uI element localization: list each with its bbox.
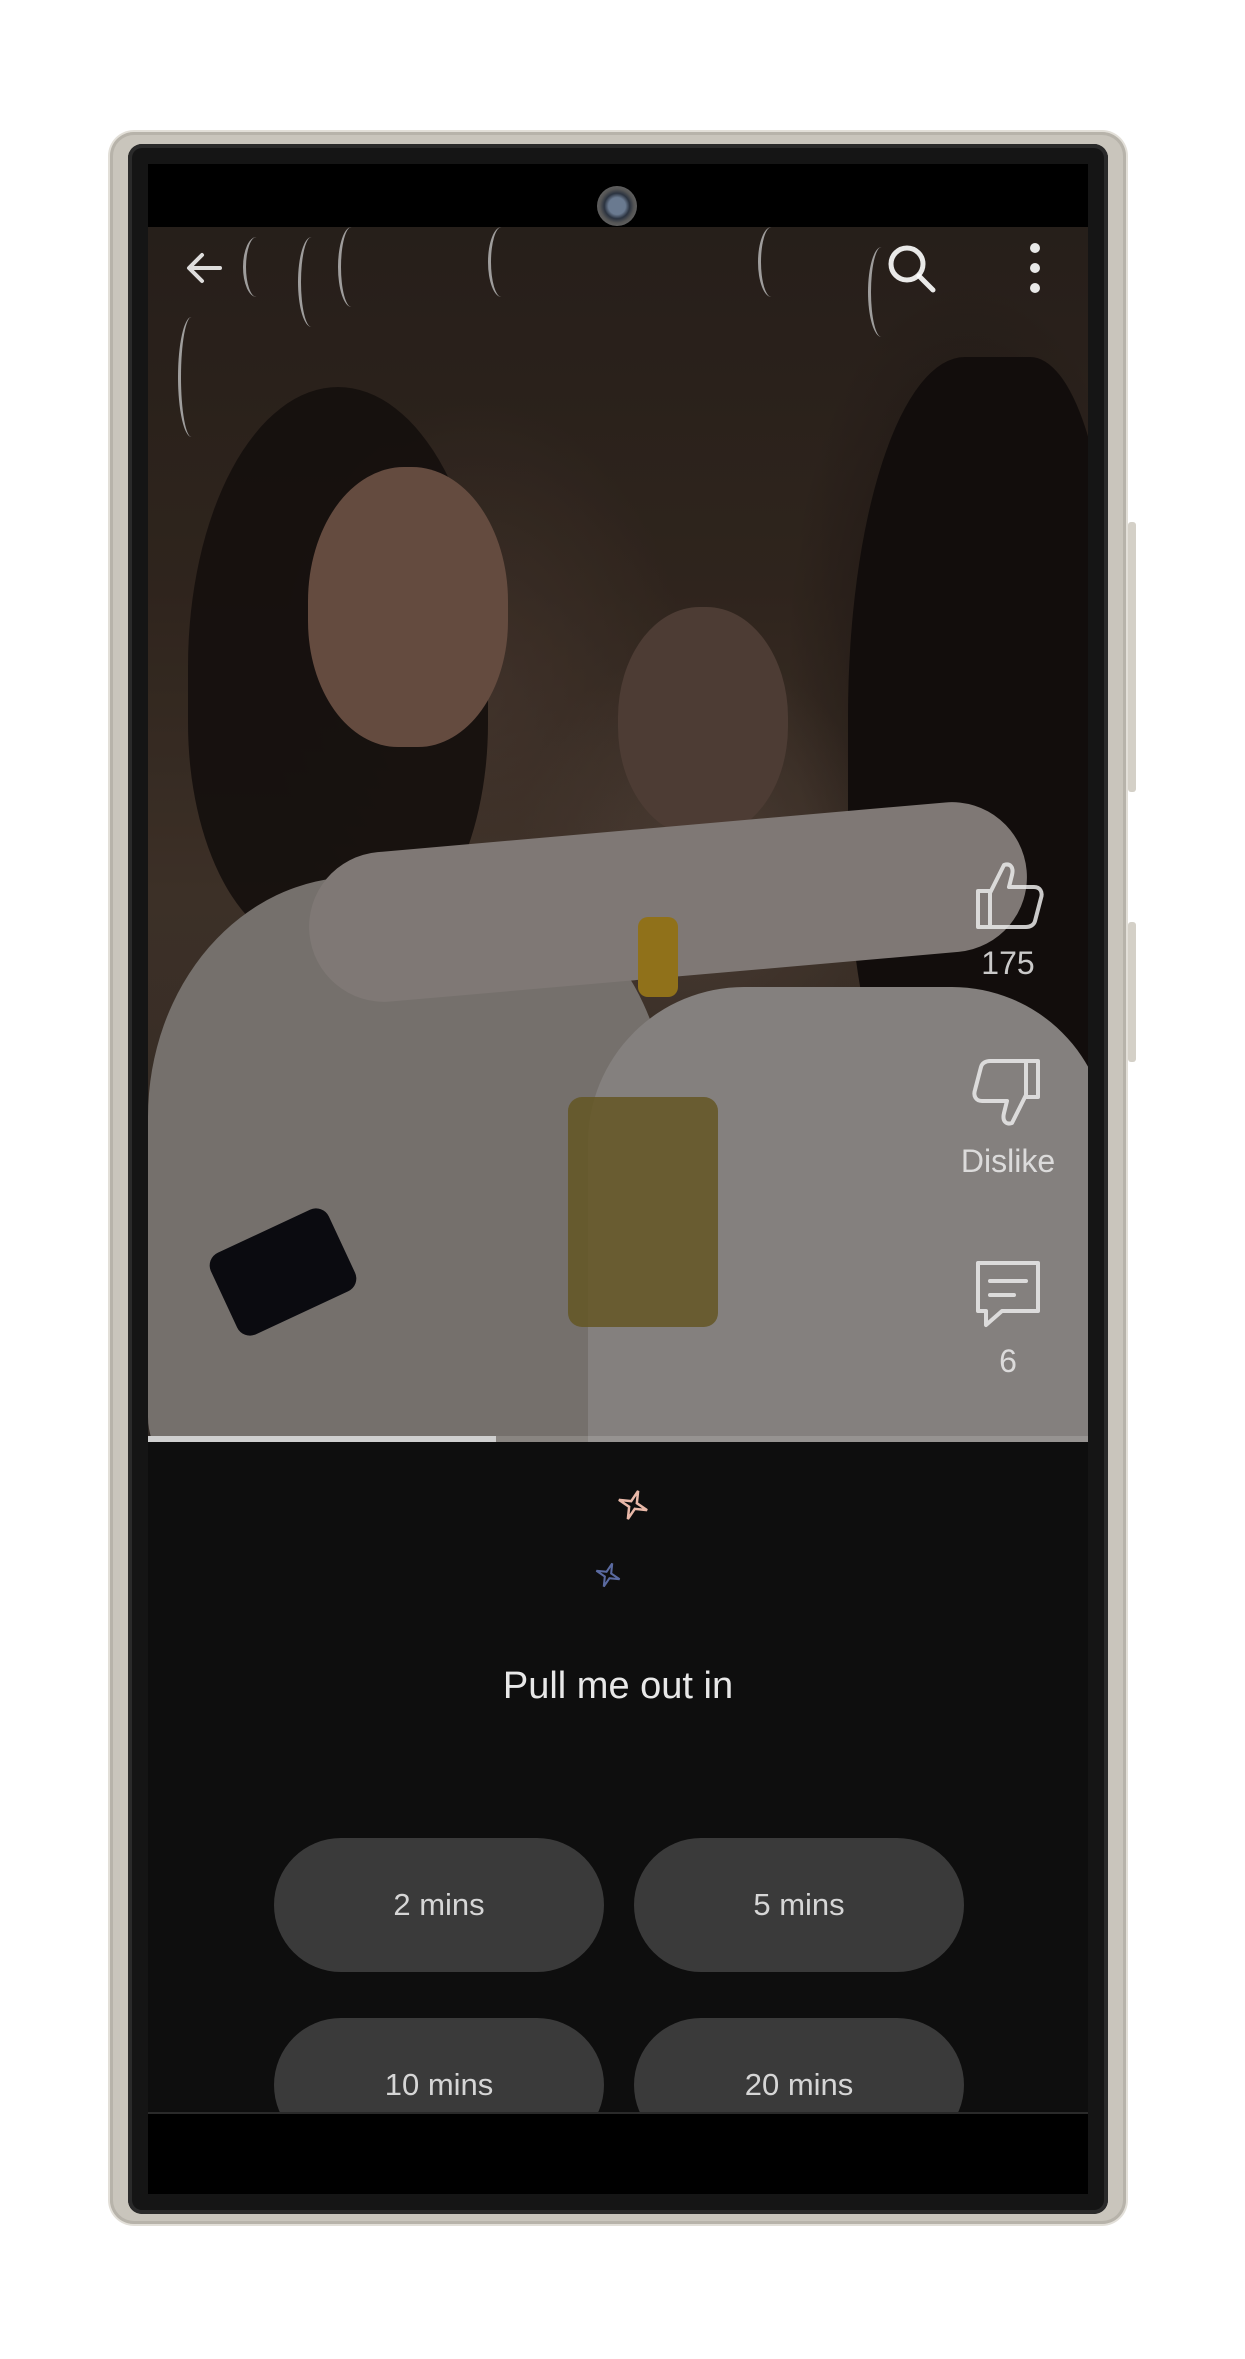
dislike-button[interactable]: Dislike (948, 1053, 1068, 1180)
thumbs-up-icon (976, 862, 1044, 929)
dislike-label: Dislike (960, 1143, 1056, 1179)
system-navigation-bar (148, 2112, 1088, 2194)
like-count: 175 (981, 945, 1035, 981)
sparkle-icon (595, 1562, 621, 1588)
timer-panel-title: Pull me out in (502, 1665, 734, 1707)
like-button[interactable]: 175 (948, 855, 1068, 982)
phone-frame: 175 Dislike 6 Pull me out in 2 mins 5 mi… (110, 132, 1136, 2224)
search-icon (888, 245, 936, 293)
back-button[interactable] (170, 233, 240, 303)
search-button[interactable] (876, 233, 946, 303)
more-vertical-icon (1030, 243, 1040, 293)
timer-option-2-mins[interactable]: 2 mins (274, 1838, 604, 1972)
volume-button (1128, 522, 1136, 792)
sparkle-icon (618, 1490, 648, 1520)
status-bar (148, 164, 1088, 227)
front-camera (597, 186, 637, 226)
arrow-left-icon (187, 253, 222, 283)
timer-option-5-mins[interactable]: 5 mins (634, 1838, 964, 1972)
phone-screen: 175 Dislike 6 Pull me out in 2 mins 5 mi… (148, 164, 1088, 2194)
comments-button[interactable]: 6 (948, 1253, 1068, 1380)
phone-bezel: 175 Dislike 6 Pull me out in 2 mins 5 mi… (128, 144, 1108, 2214)
comment-icon (976, 1261, 1040, 1327)
more-options-button[interactable] (1000, 233, 1070, 303)
thumbs-down-icon (972, 1059, 1040, 1126)
timer-panel: Pull me out in 2 mins 5 mins 10 mins 20 … (148, 1442, 1088, 2152)
power-button (1128, 922, 1136, 1062)
comment-count: 6 (999, 1343, 1017, 1379)
short-video-player[interactable]: 175 Dislike 6 (148, 227, 1088, 1442)
